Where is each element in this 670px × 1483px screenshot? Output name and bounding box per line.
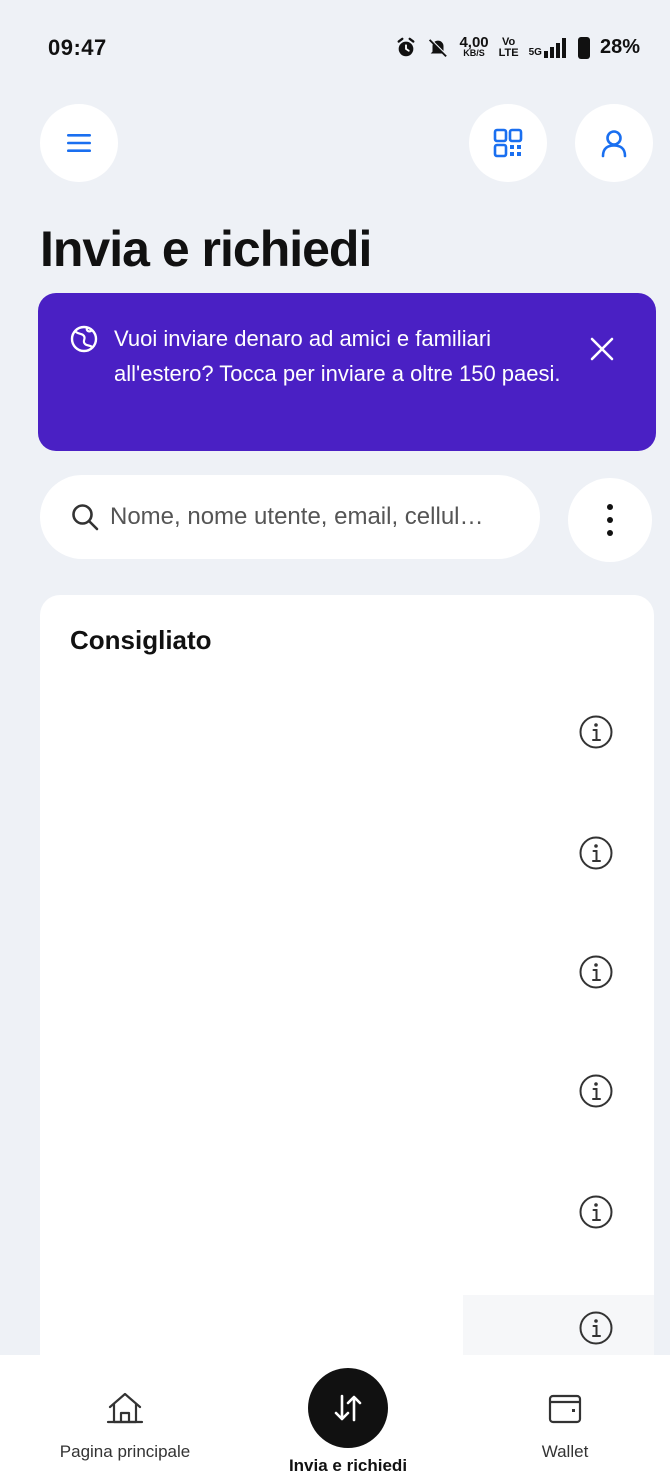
net-speed-unit: KB/S — [463, 47, 485, 58]
globe-icon — [70, 325, 98, 353]
nav-home[interactable]: Pagina principale — [40, 1388, 210, 1462]
profile-button[interactable] — [575, 104, 653, 182]
nav-home-label: Pagina principale — [59, 1442, 191, 1461]
volte-bottom: LTE — [498, 46, 519, 59]
qr-code-button[interactable] — [469, 104, 547, 182]
search-bar[interactable] — [40, 475, 540, 559]
nav-send-request[interactable]: Invia e richiedi — [268, 1368, 428, 1476]
alarm-icon — [397, 37, 415, 56]
more-options-button[interactable] — [568, 478, 652, 562]
nav-wallet[interactable]: Wallet — [520, 1388, 610, 1462]
info-icon[interactable] — [578, 714, 614, 750]
status-time: 09:47 — [48, 34, 107, 60]
search-icon — [72, 504, 99, 531]
banner-text: Vuoi inviare denaro ad amici e familiari… — [114, 326, 561, 386]
network-type: 5G — [528, 46, 542, 58]
list-item[interactable] — [40, 917, 654, 1027]
qr-code-icon — [493, 128, 523, 158]
battery-percent: 28% — [599, 36, 640, 58]
volte-indicator: Vo LTE — [498, 35, 519, 59]
net-speed: 4,00 KB/S — [459, 33, 489, 59]
hamburger-icon — [67, 134, 91, 152]
status-icons: 4,00 KB/S Vo LTE 5G 28% — [395, 33, 640, 59]
mute-icon — [429, 37, 449, 57]
info-icon[interactable] — [578, 1194, 614, 1230]
info-icon[interactable] — [578, 954, 614, 990]
recommended-card: Consigliato — [40, 595, 654, 1395]
status-bar: 09:47 4,00 KB/S Vo LTE 5G 28% — [0, 0, 670, 95]
list-item[interactable] — [40, 1036, 654, 1146]
page-title: Invia e richiedi — [40, 221, 372, 277]
battery-icon — [577, 36, 590, 59]
home-icon — [106, 1392, 144, 1424]
volte-top: Vo — [502, 35, 516, 48]
net-speed-value: 4,00 — [459, 33, 489, 51]
nav-wallet-label: Wallet — [541, 1442, 589, 1461]
wallet-icon — [548, 1394, 582, 1424]
network-indicator: 5G — [528, 37, 568, 58]
more-vertical-icon — [607, 504, 613, 536]
info-icon[interactable] — [578, 835, 614, 871]
info-icon[interactable] — [578, 1310, 614, 1346]
signal-icon — [543, 37, 566, 58]
swap-arrows-icon — [334, 1394, 362, 1422]
international-transfer-banner[interactable]: Vuoi inviare denaro ad amici e familiari… — [38, 293, 656, 451]
info-icon[interactable] — [578, 1073, 614, 1109]
search-input[interactable] — [110, 503, 520, 531]
send-request-button[interactable] — [308, 1368, 388, 1448]
menu-button[interactable] — [40, 104, 118, 182]
recommended-title: Consigliato — [70, 625, 212, 655]
nav-send-label: Invia e richiedi — [288, 1456, 408, 1475]
close-icon[interactable] — [588, 335, 616, 363]
list-item[interactable] — [40, 677, 654, 787]
list-item[interactable] — [40, 1157, 654, 1267]
list-item[interactable] — [40, 798, 654, 908]
user-icon — [601, 130, 627, 158]
